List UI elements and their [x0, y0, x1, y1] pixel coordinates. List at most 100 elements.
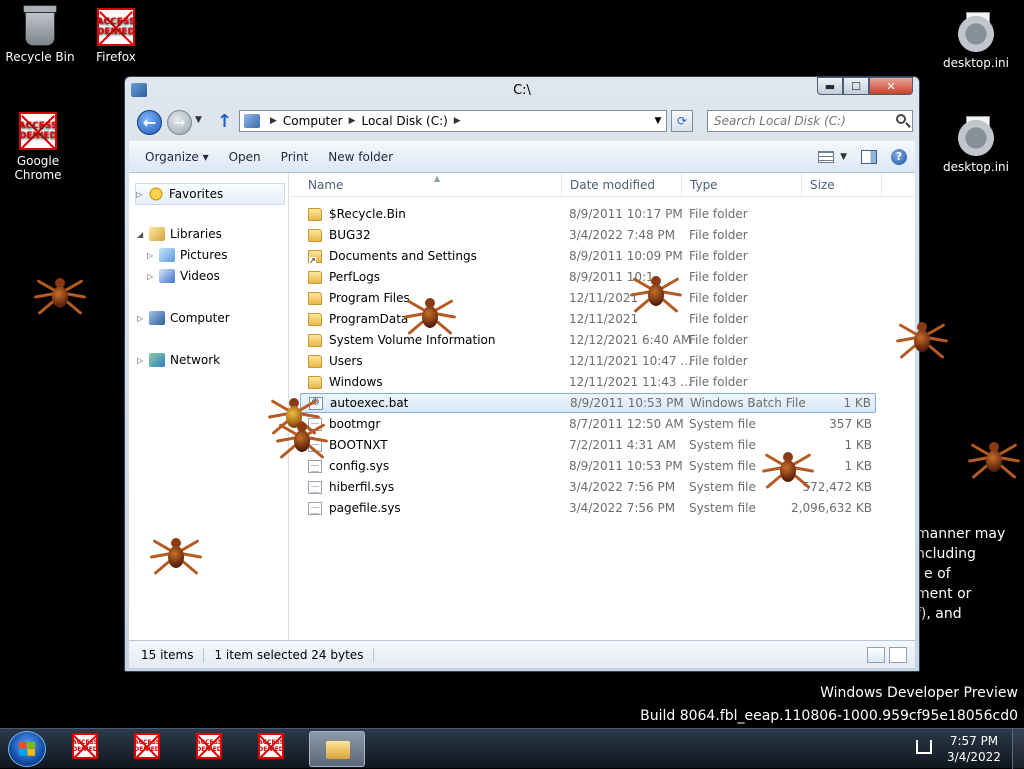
taskbar-pinned-app[interactable]: ACCESS DENIED [196, 733, 224, 761]
file-date: 12/11/2021 [569, 291, 639, 305]
column-header-name[interactable]: Name ▲ [300, 173, 562, 197]
desktop-icon-desktop-ini[interactable]: desktop.ini [936, 12, 1016, 70]
taskbar: ACCESS DENIED ACCESS DENIED ACCESS DENIE… [0, 728, 1024, 769]
help-icon[interactable]: ? [891, 149, 907, 165]
file-row[interactable]: bootmgr 8/7/2011 12:50 AM System file 35… [300, 415, 876, 435]
refresh-button[interactable]: ⟳ [671, 110, 693, 132]
chevron-right-icon[interactable]: ▶ [349, 116, 356, 126]
file-row[interactable]: ProgramData 12/11/2021 File folder [300, 310, 876, 330]
file-type: File folder [689, 291, 748, 305]
file-row[interactable]: PerfLogs 8/9/2011 10:1 File folder [300, 268, 876, 288]
navigation-bar: ← → ▼ ↑ ▶ Computer ▶ Local Disk (C:) ▶ ▼… [125, 105, 919, 137]
expand-arrow-icon[interactable]: ▷ [147, 272, 159, 281]
details-view-icon[interactable] [867, 646, 885, 663]
recent-pages-dropdown[interactable]: ▼ [195, 115, 202, 125]
system-clock[interactable]: 7:57 PM 3/4/2022 [942, 733, 1006, 765]
close-button[interactable]: ✕ [869, 77, 913, 95]
breadcrumb-local-disk[interactable]: Local Disk (C:) [362, 114, 448, 128]
organize-button[interactable]: Organize ▾ [129, 150, 219, 164]
column-header-date[interactable]: Date modified [562, 173, 682, 197]
print-button[interactable]: Print [271, 150, 319, 164]
up-arrow-icon[interactable]: ↑ [217, 111, 232, 132]
file-row[interactable]: pagefile.sys 3/4/2022 7:56 PM System fil… [300, 499, 876, 519]
desktop-icon-google-chrome[interactable]: ACCESS DENIED Google Chrome [0, 112, 76, 182]
chevron-right-icon[interactable]: ▶ [454, 116, 461, 126]
folder-icon [308, 355, 322, 368]
nav-item-pictures[interactable]: ▷ Pictures [147, 248, 228, 262]
file-row[interactable]: Users 12/11/2021 10:47 ... File folder [300, 352, 876, 372]
desktop-icon-recycle-bin[interactable]: Recycle Bin [0, 5, 80, 64]
file-name: PerfLogs [329, 270, 381, 284]
chevron-right-icon[interactable]: ▶ [270, 116, 277, 126]
file-date: 8/9/2011 10:53 PM [570, 396, 684, 410]
file-row[interactable]: Program Files 12/11/2021 File folder [300, 289, 876, 309]
nav-item-computer[interactable]: ▷ Computer [137, 311, 230, 325]
show-desktop-button[interactable] [1012, 729, 1024, 769]
file-name: $Recycle.Bin [329, 207, 406, 221]
address-bar[interactable]: ▶ Computer ▶ Local Disk (C:) ▶ ▼ [239, 110, 667, 132]
command-bar: Organize ▾ Open Print New folder ▼ ? [129, 141, 915, 173]
nav-item-network[interactable]: ▷ Network [137, 353, 220, 367]
file-row[interactable]: BUG32 3/4/2022 7:48 PM File folder [300, 226, 876, 246]
file-row[interactable]: System Volume Information 12/12/2021 6:4… [300, 331, 876, 351]
taskbar-explorer-button[interactable] [309, 731, 365, 767]
file-name: pagefile.sys [329, 501, 401, 515]
folder-icon [308, 208, 322, 221]
file-name: ProgramData [329, 312, 409, 326]
network-tray-icon[interactable] [916, 740, 932, 754]
nav-item-videos[interactable]: ▷ Videos [147, 269, 220, 283]
explorer-window[interactable]: C:\ ▬ ☐ ✕ ← → ▼ ↑ ▶ Computer ▶ Local Dis… [124, 76, 920, 672]
file-date: 8/9/2011 10:17 PM [569, 207, 683, 221]
column-header-label: Name [308, 178, 344, 192]
folder-shortcut-icon [308, 250, 322, 265]
file-row-selected[interactable]: autoexec.bat 8/9/2011 10:53 PM Windows B… [300, 393, 876, 413]
column-header-size[interactable]: Size [802, 173, 882, 197]
search-icon[interactable] [896, 114, 906, 124]
file-date: 12/11/2021 10:47 ... [569, 354, 692, 368]
file-size: 1 KB [844, 438, 872, 452]
taskbar-pinned-app[interactable]: ACCESS DENIED [72, 733, 100, 761]
desktop-icon-desktop-ini-2[interactable]: desktop.ini [936, 116, 1016, 174]
access-denied-icon: ACCESS DENIED [97, 8, 135, 46]
expand-arrow-icon[interactable]: ▷ [137, 356, 149, 365]
breadcrumb-computer[interactable]: Computer [283, 114, 343, 128]
nav-item-label: Libraries [170, 227, 222, 241]
nav-item-libraries[interactable]: ◢ Libraries [137, 227, 222, 241]
column-headers: Name ▲ Date modified Type Size [290, 173, 915, 197]
column-header-type[interactable]: Type [682, 173, 802, 197]
forward-button[interactable]: → [167, 110, 192, 135]
file-row[interactable]: $Recycle.Bin 8/9/2011 10:17 PM File fold… [300, 205, 876, 225]
file-type: System file [689, 501, 756, 515]
minimize-button[interactable]: ▬ [817, 77, 843, 95]
file-row[interactable]: Windows 12/11/2021 11:43 ... File folder [300, 373, 876, 393]
expand-arrow-icon[interactable]: ▷ [137, 314, 149, 323]
desktop-icon-label: desktop.ini [943, 56, 1009, 70]
collapse-arrow-icon[interactable]: ◢ [137, 230, 149, 239]
change-view-icon[interactable] [818, 151, 835, 163]
desktop-icon-firefox[interactable]: ACCESS DENIED Firefox [76, 8, 156, 64]
clock-date: 3/4/2022 [947, 750, 1001, 764]
expand-arrow-icon[interactable]: ▷ [147, 251, 159, 260]
search-input[interactable] [708, 111, 878, 131]
new-folder-button[interactable]: New folder [318, 150, 403, 164]
file-row[interactable]: Documents and Settings 8/9/2011 10:09 PM… [300, 247, 876, 267]
search-box[interactable] [707, 110, 913, 132]
file-size: 1 KB [844, 459, 872, 473]
preview-pane-icon[interactable] [861, 150, 877, 164]
taskbar-pinned-app[interactable]: ACCESS DENIED [258, 733, 286, 761]
title-bar[interactable]: C:\ ▬ ☐ ✕ [125, 77, 919, 105]
chevron-down-icon[interactable]: ▼ [840, 152, 847, 162]
status-item-count: 15 items [129, 647, 205, 662]
spider-icon [761, 446, 815, 498]
access-denied-icon: ACCESS DENIED [134, 733, 160, 759]
expand-arrow-icon[interactable]: ▷ [136, 190, 148, 199]
back-button[interactable]: ← [137, 110, 162, 135]
large-icons-view-icon[interactable] [889, 646, 907, 663]
open-button[interactable]: Open [219, 150, 271, 164]
taskbar-pinned-app[interactable]: ACCESS DENIED [134, 733, 162, 761]
nav-item-favorites[interactable]: ▷ Favorites [135, 183, 285, 205]
start-button[interactable] [8, 731, 46, 767]
maximize-button[interactable]: ☐ [843, 77, 869, 95]
file-type: File folder [689, 270, 748, 284]
chevron-down-icon[interactable]: ▼ [650, 116, 666, 126]
